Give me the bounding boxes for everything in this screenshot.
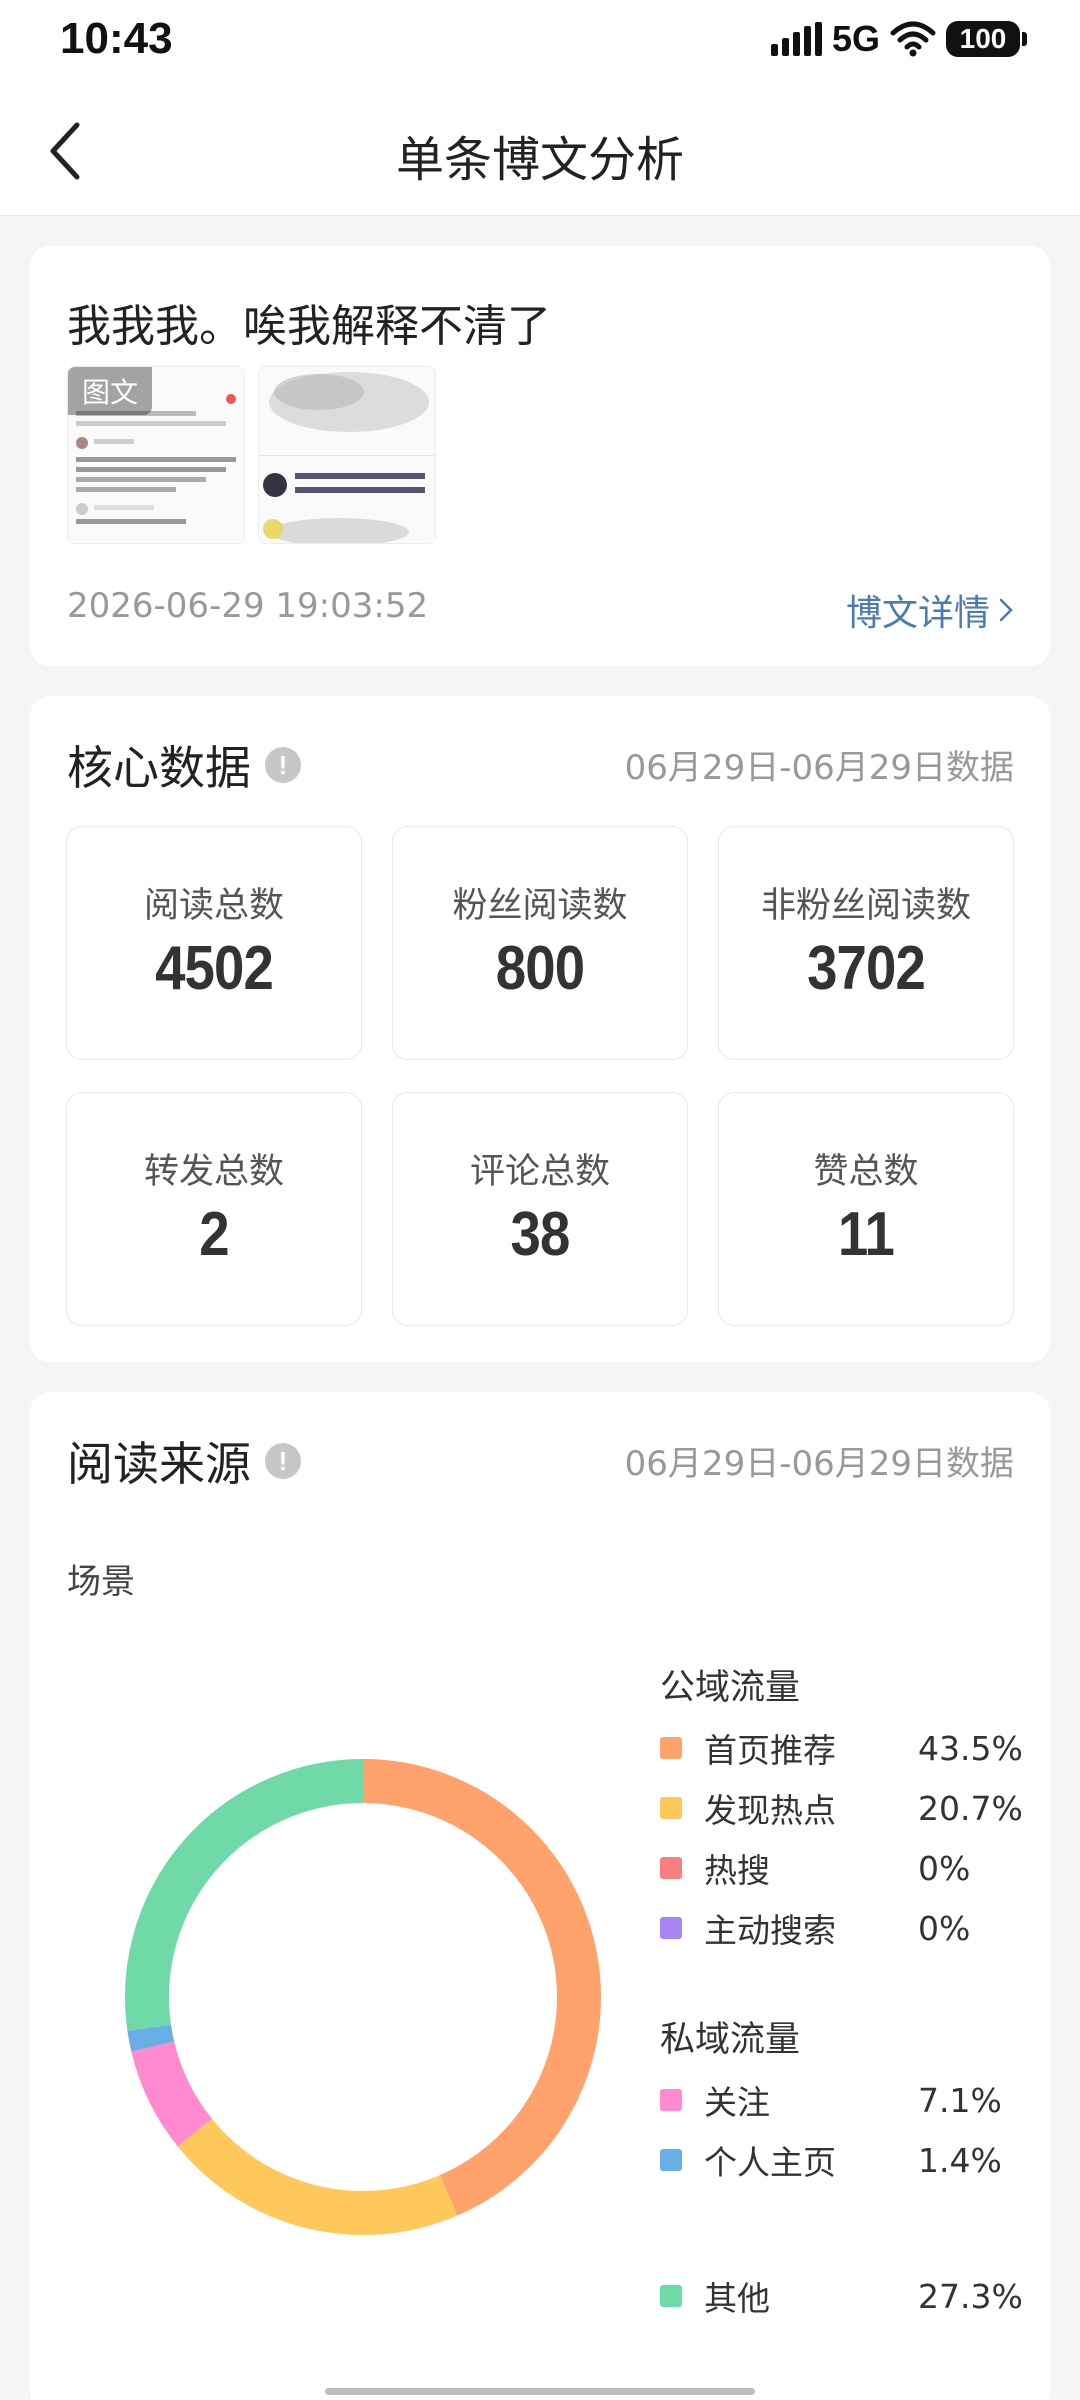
legend-swatch xyxy=(660,1857,682,1879)
post-timestamp: 2026-06-29 19:03:52 xyxy=(67,586,429,626)
legend-value: 43.5% xyxy=(918,1728,1023,1768)
stat-card-likes: 赞总数 11 xyxy=(718,1092,1014,1326)
section-header: 阅读来源 ! xyxy=(67,1428,301,1494)
legend-label: 关注 xyxy=(704,2083,770,2122)
legend-swatch xyxy=(660,1917,682,1939)
home-indicator[interactable] xyxy=(325,2388,755,2395)
screenshot-thumbnail-icon xyxy=(259,367,435,543)
post-text: 我我我。唉我解释不清了 xyxy=(67,301,551,352)
chart-legend: 公域流量 首页推荐 43.5% 发现热点 20.7% 热搜 0% 主动搜索 0%… xyxy=(660,1658,1023,2326)
legend-value: 1.4% xyxy=(918,2140,1002,2180)
thumbnail-type-tag: 图文 xyxy=(68,367,153,415)
stat-card-fan-reads: 粉丝阅读数 800 xyxy=(392,826,688,1060)
stat-card-nonfan-reads: 非粉丝阅读数 3702 xyxy=(718,826,1014,1060)
wifi-icon xyxy=(890,21,936,57)
stat-label: 阅读总数 xyxy=(143,886,284,926)
legend-item: 热搜 0% xyxy=(660,1838,1020,1898)
read-source-donut-chart xyxy=(125,1759,601,2235)
core-data-card: 核心数据 ! 06月29日-06月29日数据 阅读总数 4502 粉丝阅读数 8… xyxy=(30,696,1050,1362)
info-icon[interactable]: ! xyxy=(265,747,301,783)
section-header: 核心数据 ! xyxy=(67,732,301,798)
section-title: 核心数据 xyxy=(67,741,251,795)
legend-item: 其他 27.3% xyxy=(660,2266,1023,2326)
post-image-thumbnail[interactable] xyxy=(258,366,436,544)
legend-value: 0% xyxy=(918,1908,971,1948)
legend-swatch xyxy=(660,1797,682,1819)
legend-group-title: 私域流量 xyxy=(660,2020,801,2060)
legend-label: 热搜 xyxy=(704,1851,770,1890)
legend-value: 7.1% xyxy=(918,2080,1002,2120)
stat-label: 评论总数 xyxy=(469,1152,610,1192)
legend-label: 其他 xyxy=(704,2279,770,2318)
stat-value: 800 xyxy=(495,934,585,1003)
date-range: 06月29日-06月29日数据 xyxy=(624,748,1014,788)
legend-item: 关注 7.1% xyxy=(660,2070,1020,2130)
legend-item: 主动搜索 0% xyxy=(660,1898,1020,1958)
section-title: 阅读来源 xyxy=(67,1437,251,1491)
stat-label: 赞总数 xyxy=(813,1152,919,1192)
stat-value: 38 xyxy=(510,1200,571,1269)
stat-card-reads: 阅读总数 4502 xyxy=(66,826,362,1060)
chevron-right-icon xyxy=(999,598,1013,622)
legend-group-title: 公域流量 xyxy=(660,1668,801,1708)
legend-value: 0% xyxy=(918,1848,971,1888)
network-type: 5G xyxy=(831,18,880,59)
signal-icon xyxy=(770,22,822,56)
legend-swatch xyxy=(660,2089,682,2111)
date-range: 06月29日-06月29日数据 xyxy=(624,1444,1014,1484)
stat-value: 2 xyxy=(199,1200,229,1269)
legend-item: 首页推荐 43.5% xyxy=(660,1718,1023,1778)
status-bar: 10:43 5G 100 xyxy=(0,0,1080,86)
legend-label: 发现热点 xyxy=(704,1791,836,1830)
legend-label: 主动搜索 xyxy=(704,1911,836,1950)
stat-card-reposts: 转发总数 2 xyxy=(66,1092,362,1326)
stat-value: 11 xyxy=(838,1200,895,1269)
nav-bar: 单条博文分析 xyxy=(0,86,1080,216)
stat-label: 粉丝阅读数 xyxy=(452,886,628,926)
post-card[interactable]: 我我我。唉我解释不清了 图文 2026-06-29 19:03:52 博文详情 xyxy=(30,246,1050,666)
legend-swatch xyxy=(660,1737,682,1759)
stat-value: 3702 xyxy=(807,934,926,1003)
post-detail-label: 博文详情 xyxy=(845,593,990,634)
stat-card-comments: 评论总数 38 xyxy=(392,1092,688,1326)
page-title: 单条博文分析 xyxy=(395,132,684,188)
status-time: 10:43 xyxy=(60,14,173,63)
legend-label: 首页推荐 xyxy=(704,1731,836,1770)
status-indicators: 5G 100 xyxy=(770,18,1027,60)
battery-icon: 100 xyxy=(946,21,1027,57)
legend-item: 发现热点 20.7% xyxy=(660,1778,1023,1838)
stat-label: 非粉丝阅读数 xyxy=(760,886,971,926)
legend-swatch xyxy=(660,2285,682,2307)
info-icon[interactable]: ! xyxy=(265,1443,301,1479)
post-image-thumbnail[interactable]: 图文 xyxy=(67,366,245,544)
legend-label: 个人主页 xyxy=(704,2143,836,2182)
read-source-card: 阅读来源 ! 06月29日-06月29日数据 场景 公域流量 首页推荐 43.5… xyxy=(30,1392,1050,2400)
scene-label: 场景 xyxy=(67,1562,135,1602)
post-detail-link[interactable]: 博文详情 xyxy=(846,584,1014,636)
legend-swatch xyxy=(660,2149,682,2171)
stat-value: 4502 xyxy=(155,934,274,1003)
legend-value: 20.7% xyxy=(918,1788,1023,1828)
legend-value: 27.3% xyxy=(918,2276,1023,2316)
stat-label: 转发总数 xyxy=(143,1152,284,1192)
legend-item: 个人主页 1.4% xyxy=(660,2130,1020,2190)
